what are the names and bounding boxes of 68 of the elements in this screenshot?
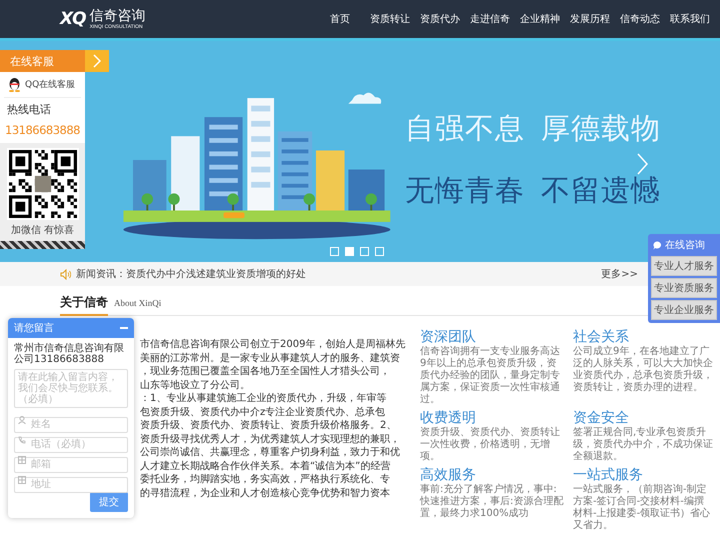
nav-link[interactable]: 企业精神	[520, 12, 560, 26]
feature-description: 签署正规合同,专业承包资质升级，资质代办中介，不成功保证全额退款。	[573, 427, 713, 463]
about-text-line: 人才建立长期战略合作伙伴关系。本着“诚信为本”的经营	[140, 460, 392, 473]
feature-title: 一站式服务	[573, 466, 644, 484]
nav-link[interactable]: 信奇动态	[620, 12, 660, 26]
feature-description: 公司成立9年，在各地建立了广泛的人脉关系，可以大大加快企业资质代办，总承包资质升级，资质转让，资质办理的进程。	[573, 346, 713, 394]
about-text-line: 公司崇尚诚信、共赢理念，尊重客户切身利益，致力于和优	[140, 446, 401, 460]
company-contact: 常州市信奇信息咨询有限公司13186683888	[14, 343, 125, 365]
phone-icon	[18, 436, 26, 444]
banner-slogan: 无悔青春	[405, 172, 525, 209]
nav-link[interactable]: 资质代办	[420, 12, 460, 26]
grid-icon	[18, 476, 26, 484]
qq-service-link[interactable]: QQ在线客服	[25, 78, 76, 91]
input-field[interactable]: 电话（必填）	[14, 436, 128, 452]
penguin-icon	[8, 77, 21, 92]
nav-link[interactable]: 联系我们	[670, 12, 710, 26]
qr-code	[6, 148, 78, 220]
banner-slogan: 不留遗憾	[541, 172, 661, 209]
about-text-line: ，现业务范围已覆盖全国各地乃至全国性人才猎头公司，	[140, 365, 391, 378]
about-text-line: 山东等地设立了分公司。	[140, 378, 251, 392]
feature-title: 高效服务	[420, 466, 477, 484]
service-button[interactable]: 专业企业服务	[651, 300, 717, 320]
about-text-line: 资质升级寻找优秀人才，为优秀建筑人才实现理想的兼职，	[140, 432, 401, 446]
about-text-line: ：1、专业从事建筑施工企业的资质代办，升级，年审等	[140, 392, 388, 406]
person-icon	[18, 416, 26, 424]
feature-description: 资质升级、资质代办、资质转让一次性收费，价格透明，无增项。	[420, 427, 561, 463]
feature-title: 资深团队	[420, 328, 477, 346]
chevron-right-icon	[93, 54, 101, 68]
collapse-tab[interactable]	[85, 50, 109, 72]
input-field[interactable]: 地址	[14, 476, 128, 492]
grid-icon	[18, 456, 26, 464]
feature-description: 事前:充分了解客户情况，事中:快速推进方案，事后:资源合理配置，最终力求100%成功	[420, 484, 564, 520]
chat-icon	[653, 240, 662, 250]
logo-mark: XQ	[60, 9, 86, 29]
phone-number: 13186683888	[4, 122, 81, 139]
qr-caption: 加微信 有惊喜	[10, 224, 74, 237]
service-button[interactable]: 专业资质服务	[651, 278, 717, 298]
consult-title: 在线咨询	[665, 238, 705, 252]
nav-link[interactable]: 走进信奇	[470, 12, 510, 26]
section-title: 关于信奇	[60, 294, 108, 316]
nav-link[interactable]: 首页	[320, 12, 360, 26]
nav-link[interactable]: 资质转让	[370, 12, 410, 26]
feature-title: 资金安全	[573, 409, 630, 426]
banner-slogan: 自强不息	[405, 110, 525, 147]
feature-title: 收费透明	[420, 409, 477, 426]
news-headline[interactable]: 新闻资讯：资质代办中介浅述建筑业资质增项的好处	[76, 267, 602, 281]
feature-description: 一站式服务，（前期咨询-制定方案-签订合同-交接材料-编撰材料-上报建委-领取证书）省心又省力。	[573, 484, 712, 532]
chevron-right-icon[interactable]	[636, 153, 648, 175]
hotline-label: 热线电话	[6, 102, 52, 118]
feature-title: 社会关系	[573, 328, 630, 346]
feature-description: 信奇咨询拥有一支专业服务高达9年以上的总承包资质升级，资质代办经验的团队，量身定制专属方案，保证资质一次性审核通过。	[420, 346, 561, 406]
about-text-line: 美丽的江苏常州。是一家专业从事建筑人才的服务、建筑资	[140, 352, 401, 365]
nav-link[interactable]: 发展历程	[570, 12, 610, 26]
message-field[interactable]: 请在此输入留言内容，我们会尽快与您联系。（必填）	[14, 369, 128, 408]
about-text-line: 包资质升级、资质代办中介z专注企业资质代办、总承包	[140, 406, 386, 419]
banner-slogan: 厚德载物	[541, 110, 661, 147]
logo-name: 信奇咨询	[90, 8, 146, 24]
speaker-icon	[60, 268, 71, 280]
more-link[interactable]: 更多>>	[601, 267, 638, 281]
input-field[interactable]: 邮箱	[14, 456, 128, 472]
about-text-line: 市信奇信息咨询有限公司创立于2009年，创始人是周福林先	[140, 338, 406, 352]
about-text-line: 委托业务，均脚踏实地，务实高效，严格执行系统化、专	[140, 473, 391, 486]
input-field[interactable]: 姓名	[14, 416, 128, 432]
section-subtitle: About XinQi	[114, 298, 162, 308]
about-text-line: 的寻猎流程，为企业和人才创造核心竞争优势和智力资本	[140, 486, 391, 500]
service-button[interactable]: 专业人才服务	[651, 256, 717, 276]
dialog-title: 请您留言	[14, 322, 54, 335]
about-text-line: 资质升级、资质代办、资质转让、资质升级价格服务。2、	[140, 419, 398, 432]
